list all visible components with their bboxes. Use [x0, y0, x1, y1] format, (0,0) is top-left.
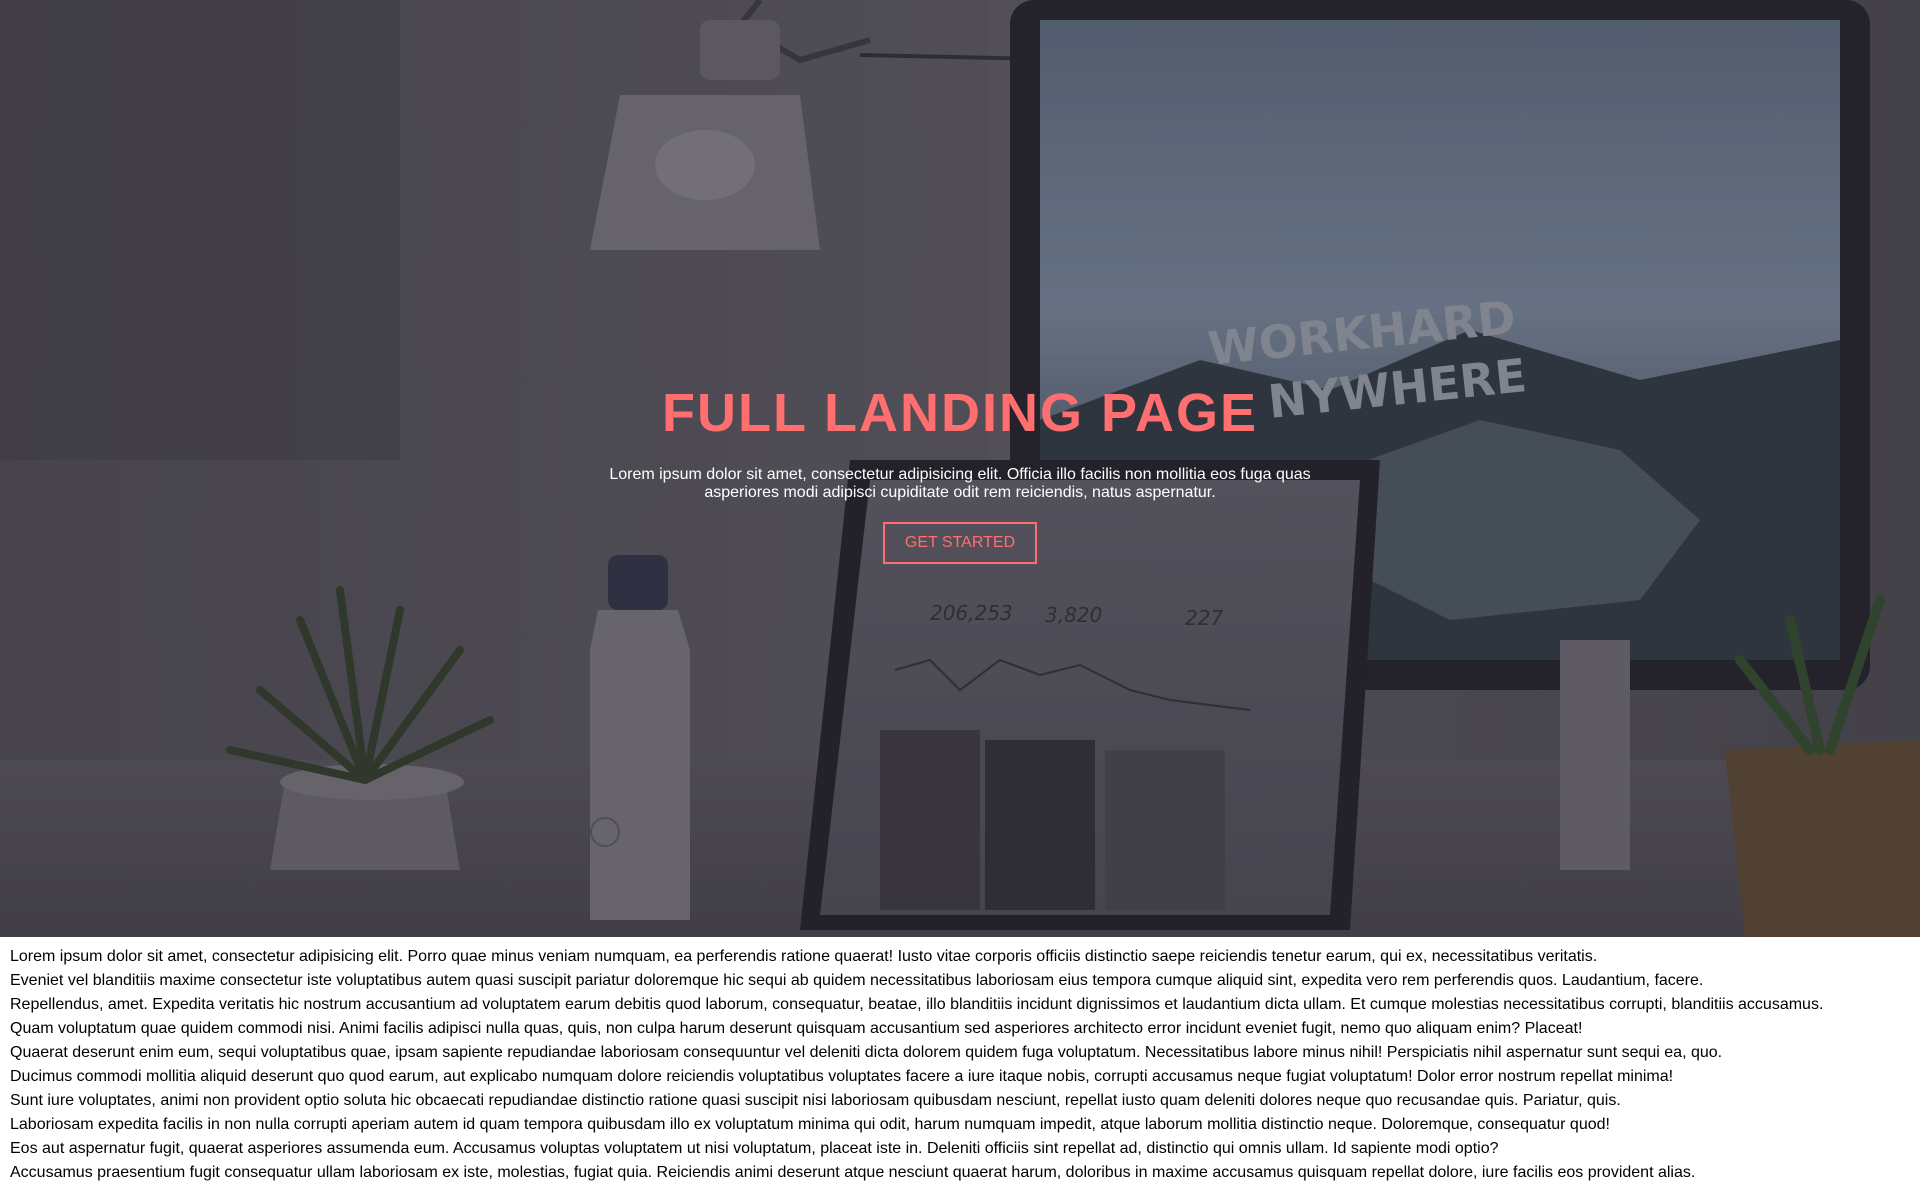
content-paragraph: Accusamus praesentium fugit consequatur … — [10, 1164, 1696, 1181]
content-paragraph: Laboriosam expedita facilis in non nulla… — [10, 1116, 1610, 1133]
get-started-button[interactable]: GET STARTED — [883, 522, 1037, 564]
content-paragraph: Lorem ipsum dolor sit amet, consectetur … — [10, 948, 1598, 965]
content-paragraph: Eos aut aspernatur fugit, quaerat asperi… — [10, 1140, 1499, 1157]
content-paragraph: Quam voluptatum quae quidem commodi nisi… — [10, 1020, 1583, 1037]
content-paragraph: Sunt iure voluptates, animi non providen… — [10, 1092, 1621, 1109]
hero-section: WORKHARD NYWHERE 206,253 3,820 227 FULL … — [0, 0, 1920, 937]
hero-content: FULL LANDING PAGE Lorem ipsum dolor sit … — [0, 378, 1920, 564]
content-paragraph: Repellendus, amet. Expedita veritatis hi… — [10, 996, 1824, 1013]
content-paragraph: Quaerat deserunt enim eum, sequi volupta… — [10, 1044, 1723, 1061]
content-paragraph: Ducimus commodi mollitia aliquid deserun… — [10, 1068, 1674, 1085]
hero-subtitle: Lorem ipsum dolor sit amet, consectetur … — [609, 466, 1311, 501]
content-paragraph: Eveniet vel blanditiis maxime consectetu… — [10, 972, 1704, 989]
content-section: Lorem ipsum dolor sit amet, consectetur … — [0, 937, 1920, 1185]
hero-title: FULL LANDING PAGE — [662, 383, 1258, 443]
